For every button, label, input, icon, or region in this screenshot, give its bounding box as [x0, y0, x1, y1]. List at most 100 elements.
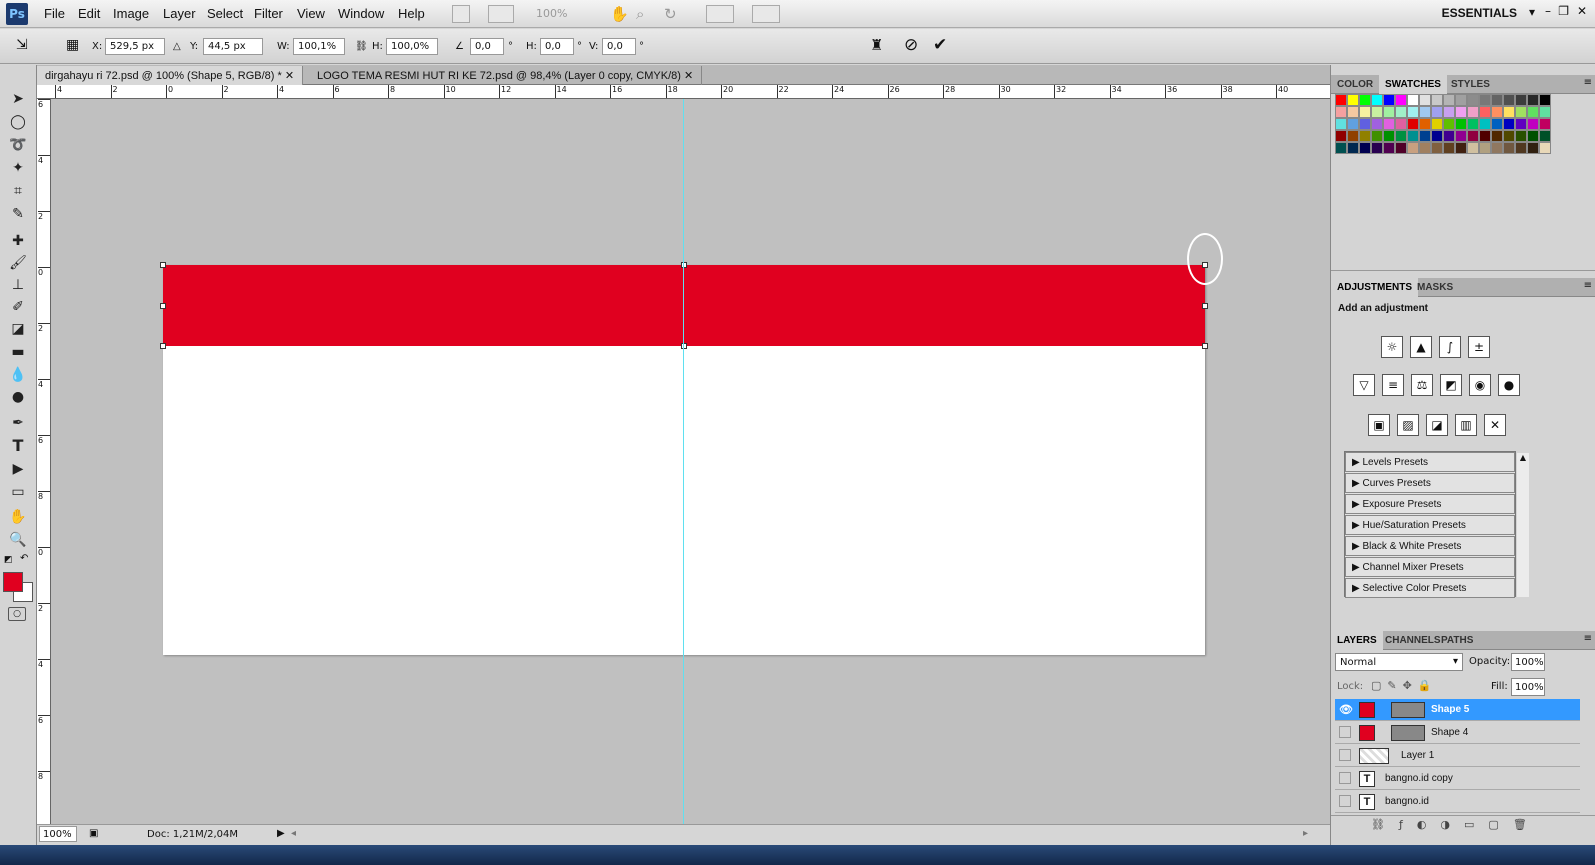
color-swatch[interactable]: [1395, 142, 1407, 154]
close-icon[interactable]: ✕: [684, 70, 693, 82]
visibility-toggle[interactable]: [1339, 749, 1351, 761]
color-swatch[interactable]: [1431, 106, 1443, 118]
status-zoom[interactable]: 100%: [39, 826, 77, 842]
color-swatch[interactable]: [1527, 130, 1539, 142]
tab-paths[interactable]: PATHS: [1435, 631, 1479, 650]
clone-stamp-icon[interactable]: ⊥: [6, 275, 30, 295]
path-selection-icon[interactable]: ▶: [6, 459, 30, 479]
color-swatch[interactable]: [1419, 142, 1431, 154]
status-menu-icon[interactable]: ▣: [89, 828, 98, 839]
menu-layer[interactable]: Layer: [163, 6, 196, 21]
color-swatch[interactable]: [1383, 142, 1395, 154]
threshold-icon[interactable]: ◪: [1426, 414, 1448, 436]
fill-field[interactable]: 100%: [1511, 678, 1545, 696]
color-swatch[interactable]: [1347, 94, 1359, 106]
lasso-icon[interactable]: ➰: [6, 135, 30, 155]
canvas-area[interactable]: [51, 99, 1337, 824]
menu-help[interactable]: Help: [398, 6, 425, 21]
menu-file[interactable]: File: [44, 6, 65, 21]
exposure-icon[interactable]: ±: [1468, 336, 1490, 358]
eyedropper-icon[interactable]: ✎: [6, 204, 30, 224]
hand-icon[interactable]: ✋: [610, 5, 629, 23]
color-swatch[interactable]: [1431, 118, 1443, 130]
default-colors-icon[interactable]: ◩: [4, 555, 13, 565]
transform-handle[interactable]: [160, 262, 166, 268]
move-tool-icon[interactable]: ⇲: [16, 37, 28, 53]
color-swatch[interactable]: [1347, 142, 1359, 154]
color-swatch[interactable]: [1479, 118, 1491, 130]
color-swatch[interactable]: [1455, 142, 1467, 154]
presets-scrollbar[interactable]: ▲: [1517, 453, 1529, 597]
channel-mixer-icon[interactable]: ●: [1498, 374, 1520, 396]
close-icon[interactable]: ✕: [1577, 4, 1587, 18]
color-swatch[interactable]: [1515, 130, 1527, 142]
color-swatch[interactable]: [1491, 130, 1503, 142]
width-field[interactable]: 100,1%: [293, 38, 345, 55]
layer-row[interactable]: 👁 Shape 5: [1335, 699, 1580, 721]
lock-icons[interactable]: ▢✎✥🔒: [1371, 679, 1438, 692]
color-swatch[interactable]: [1395, 106, 1407, 118]
color-balance-icon[interactable]: ⚖: [1411, 374, 1433, 396]
invert-icon[interactable]: ▣: [1368, 414, 1390, 436]
view-extras-icon[interactable]: [488, 5, 514, 23]
color-swatch[interactable]: [1359, 94, 1371, 106]
foreground-color-swatch[interactable]: [3, 572, 23, 592]
color-swatch[interactable]: [1467, 130, 1479, 142]
hue-saturation-icon[interactable]: ≡: [1382, 374, 1404, 396]
color-swatch[interactable]: [1359, 106, 1371, 118]
color-swatch[interactable]: [1335, 118, 1347, 130]
tab-masks[interactable]: MASKS: [1411, 278, 1459, 297]
tab-color[interactable]: COLOR: [1331, 75, 1379, 94]
photo-filter-icon[interactable]: ◉: [1469, 374, 1491, 396]
color-swatch[interactable]: [1335, 94, 1347, 106]
history-brush-icon[interactable]: ✐: [6, 297, 30, 317]
vertical-guide[interactable]: [683, 99, 684, 824]
color-swatch[interactable]: [1503, 118, 1515, 130]
chevron-down-icon[interactable]: ▾: [1529, 5, 1535, 19]
color-swatch[interactable]: [1479, 94, 1491, 106]
zoom-level[interactable]: 100%: [536, 7, 567, 20]
color-swatch[interactable]: [1491, 106, 1503, 118]
color-swatch[interactable]: [1419, 130, 1431, 142]
arrange-documents-icon[interactable]: [706, 5, 734, 23]
preset-item[interactable]: ▶ Black & White Presets: [1345, 536, 1515, 556]
color-swatch[interactable]: [1431, 94, 1443, 106]
color-swatch[interactable]: [1515, 106, 1527, 118]
visibility-toggle[interactable]: [1339, 772, 1351, 784]
color-swatch[interactable]: [1383, 130, 1395, 142]
color-swatch[interactable]: [1335, 142, 1347, 154]
panel-menu-icon[interactable]: ≡: [1584, 633, 1592, 644]
color-swatch[interactable]: [1527, 118, 1539, 130]
dodge-icon[interactable]: ●: [6, 387, 30, 407]
color-swatch[interactable]: [1443, 130, 1455, 142]
color-swatch[interactable]: [1467, 118, 1479, 130]
hskew-field[interactable]: 0,0: [540, 38, 574, 55]
screen-mode-icon[interactable]: [752, 5, 780, 23]
color-swatch[interactable]: [1407, 106, 1419, 118]
black-white-icon[interactable]: ◩: [1440, 374, 1462, 396]
visibility-toggle[interactable]: [1339, 726, 1351, 738]
status-arrow-icon[interactable]: ▶: [277, 828, 285, 839]
color-swatch[interactable]: [1539, 94, 1551, 106]
color-swatch[interactable]: [1491, 118, 1503, 130]
preset-item[interactable]: ▶ Selective Color Presets: [1345, 578, 1515, 598]
workspace-switcher[interactable]: ESSENTIALS: [1442, 6, 1517, 20]
color-swatch[interactable]: [1395, 130, 1407, 142]
color-swatch[interactable]: [1395, 94, 1407, 106]
cancel-transform-icon[interactable]: ⊘: [904, 35, 918, 55]
scroll-left-icon[interactable]: ◂: [291, 828, 296, 839]
tab-logo-tema[interactable]: LOGO TEMA RESMI HUT RI KE 72.psd @ 98,4%…: [309, 66, 703, 85]
warp-icon[interactable]: ♜: [870, 36, 883, 54]
menu-edit[interactable]: Edit: [78, 6, 100, 21]
color-swatch[interactable]: [1407, 130, 1419, 142]
color-swatch[interactable]: [1443, 106, 1455, 118]
posterize-icon[interactable]: ▨: [1397, 414, 1419, 436]
tab-adjustments[interactable]: ADJUSTMENTS: [1331, 278, 1419, 297]
color-swatch[interactable]: [1359, 118, 1371, 130]
height-field[interactable]: 100,0%: [386, 38, 438, 55]
vskew-field[interactable]: 0,0: [602, 38, 636, 55]
menu-view[interactable]: View: [297, 6, 325, 21]
color-swatch[interactable]: [1455, 118, 1467, 130]
menu-filter[interactable]: Filter: [254, 6, 283, 21]
opacity-field[interactable]: 100%: [1511, 653, 1545, 671]
